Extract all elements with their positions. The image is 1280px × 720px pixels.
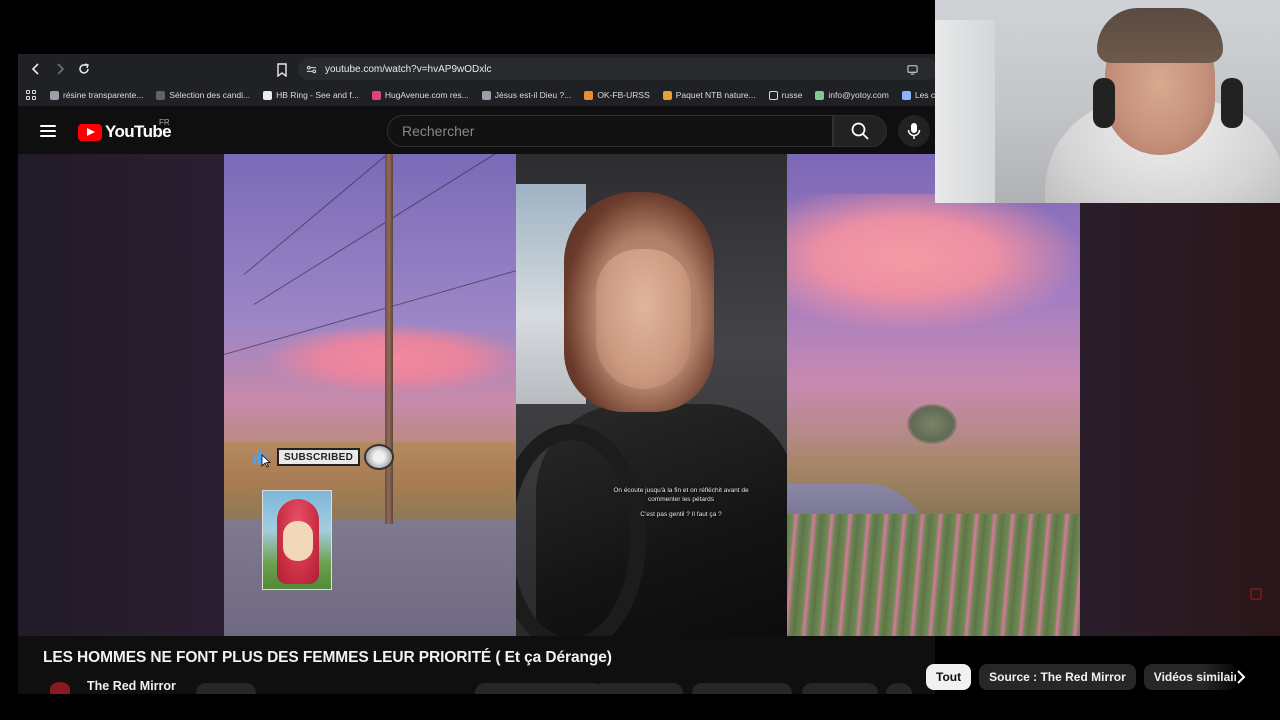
region-code: FR — [159, 118, 170, 127]
bookmark-item[interactable]: Jésus est-il Dieu ?... — [481, 90, 572, 100]
bookmark-item[interactable]: info@yotoy.com — [815, 90, 889, 100]
search-box[interactable] — [387, 115, 833, 147]
video-player[interactable]: On écoute jusqu'à la fin et on réfléchit… — [18, 154, 1280, 636]
channel-watermark-icon[interactable] — [1250, 588, 1262, 600]
video-frame-right-landscape — [787, 154, 1080, 636]
video-caption: On écoute jusqu'à la fin et on réfléchit… — [611, 487, 751, 519]
voice-search-button[interactable] — [898, 115, 930, 147]
search-icon — [851, 122, 869, 140]
webcam-person-hair — [1097, 8, 1223, 63]
hamburger-menu-icon[interactable] — [40, 125, 56, 137]
bookmark-label: Paquet NTB nature... — [675, 90, 756, 100]
reload-icon — [79, 63, 89, 74]
chip-similar-videos[interactable]: Vidéos similaires — [1143, 664, 1236, 690]
pink-flowers — [787, 514, 1080, 636]
search-input[interactable] — [402, 123, 832, 139]
forward-button[interactable] — [50, 59, 70, 79]
webcam-overlay — [935, 0, 1280, 203]
microphone-icon — [907, 123, 921, 139]
bookmark-label: OK-FB-URSS — [597, 90, 650, 100]
bookmark-label: Sélection des candi... — [169, 90, 251, 100]
arrow-left-icon — [31, 63, 39, 75]
bookmark-item[interactable]: Les concours — [901, 90, 935, 100]
chevron-right-icon[interactable] — [1232, 668, 1250, 686]
bookmark-item[interactable]: résine transparente... — [50, 90, 143, 100]
youtube-logo[interactable]: YouTube — [78, 122, 172, 142]
bookmark-label: résine transparente... — [63, 90, 144, 100]
bookmark-favicon-icon — [815, 90, 825, 100]
back-button[interactable] — [26, 59, 46, 79]
reload-button[interactable] — [74, 59, 94, 79]
site-settings-icon[interactable] — [306, 64, 317, 75]
bookmark-favicon-icon — [263, 90, 273, 100]
bookmark-label: Les concours — [914, 90, 935, 100]
bookmark-item[interactable]: russe — [768, 90, 803, 100]
bookmark-label: HB Ring - See and f... — [276, 90, 359, 100]
subscribed-badge: SUBSCRIBED — [277, 448, 361, 466]
youtube-play-icon — [78, 123, 102, 141]
bookmark-item[interactable]: Sélection des candi... — [156, 90, 250, 100]
person-face — [596, 249, 691, 389]
caption-line: On écoute jusqu'à la fin et on réfléchit… — [613, 487, 749, 503]
caption-line: C'est pas gentil ? Il faut ça ? — [640, 510, 722, 518]
bookmark-item[interactable]: HugAvenue.com res... — [371, 90, 469, 100]
related-filter-chips: Tout Source : The Red Mirror Vidéos simi… — [926, 664, 1244, 690]
video-title: LES HOMMES NE FONT PLUS DES FEMMES LEUR … — [43, 649, 612, 666]
bookmark-item[interactable]: HB Ring - See and f... — [263, 90, 359, 100]
bookmark-favicon-icon — [901, 90, 911, 100]
cast-icon[interactable] — [907, 64, 918, 75]
headphones-icon — [1093, 78, 1115, 128]
bookmarks-bar: résine transparente... Sélection des can… — [18, 84, 935, 106]
mouse-cursor-icon — [261, 454, 271, 468]
bookmark-favicon-icon — [481, 90, 491, 100]
bookmark-favicon-icon — [584, 90, 594, 100]
url-text[interactable]: youtube.com/watch?v=hvAP9wODxlc — [325, 64, 491, 75]
channel-name[interactable]: The Red Mirror — [87, 679, 176, 693]
bookmark-label: HugAvenue.com res... — [384, 90, 469, 100]
youtube-header: YouTube FR — [18, 106, 935, 154]
bookmark-icon[interactable] — [276, 63, 288, 77]
bookmark-item[interactable]: OK-FB-URSS — [584, 90, 650, 100]
pink-cloud — [787, 194, 1080, 334]
arrow-right-icon — [57, 63, 65, 75]
chip-source-channel[interactable]: Source : The Red Mirror — [979, 664, 1136, 690]
search-button[interactable] — [833, 115, 887, 147]
webcam-background-door — [935, 20, 995, 203]
bookmark-favicon-icon — [156, 90, 166, 100]
bookmark-label: Jésus est-il Dieu ?... — [494, 90, 572, 100]
bookmark-item[interactable]: Paquet NTB nature... — [662, 90, 756, 100]
bookmark-label: info@yotoy.com — [828, 90, 889, 100]
bookmark-favicon-icon — [50, 90, 59, 100]
tree — [907, 404, 957, 444]
power-line — [243, 154, 475, 275]
bookmark-label: russe — [781, 90, 803, 100]
subscribe-overlay: SUBSCRIBED — [251, 444, 395, 470]
browser-toolbar: youtube.com/watch?v=hvAP9wODxlc — [18, 54, 935, 84]
cartoon-creature — [277, 499, 319, 584]
video-frame-center-person: On écoute jusqu'à la fin et on réfléchit… — [516, 154, 787, 636]
address-bar[interactable]: youtube.com/watch?v=hvAP9wODxlc — [298, 58, 935, 80]
screen-bottom-border — [0, 694, 1280, 720]
bookmark-favicon-icon — [371, 90, 381, 100]
apps-grid-icon[interactable] — [26, 89, 36, 101]
chip-all[interactable]: Tout — [926, 664, 972, 690]
bell-icon — [364, 444, 395, 470]
cartoon-sticker — [262, 490, 332, 590]
bookmark-favicon-icon — [662, 90, 672, 100]
folder-icon — [768, 90, 778, 100]
headphones-icon — [1221, 78, 1243, 128]
